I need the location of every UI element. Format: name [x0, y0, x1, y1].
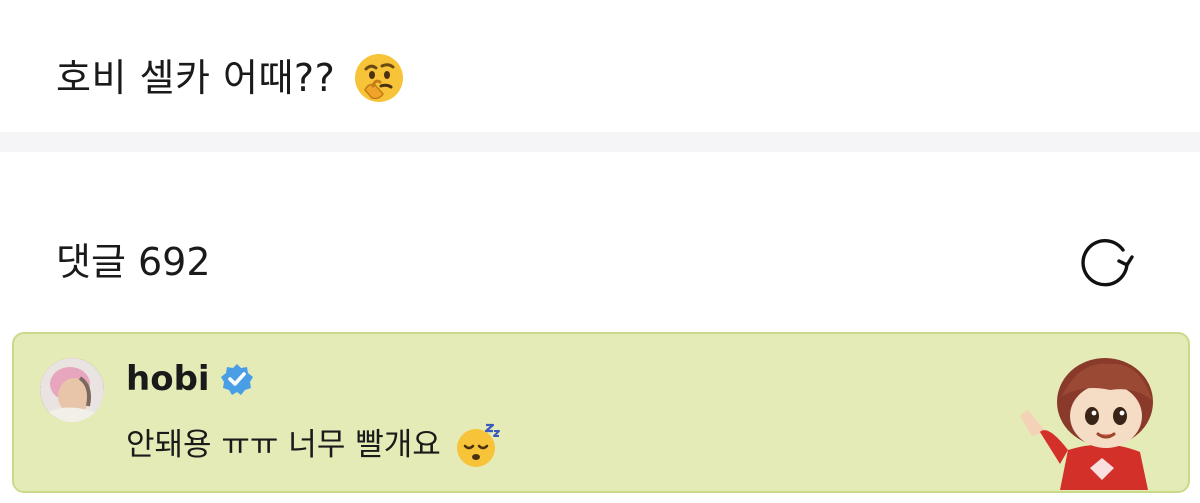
- comment-author[interactable]: hobi: [126, 356, 254, 402]
- verified-badge-icon: [220, 362, 254, 396]
- comment-card[interactable]: hobi 안돼용 ㅠㅠ 너무 빨개요: [12, 332, 1190, 493]
- comments-count-label: 댓글 692: [56, 240, 211, 284]
- comment-body: 안돼용 ㅠㅠ 너무 빨개요: [126, 420, 501, 470]
- chibi-character-sticker-icon: [1010, 340, 1180, 490]
- comment-text: 안돼용 ㅠㅠ 너무 빨개요: [126, 427, 441, 463]
- post-section: 호비 셀카 어때??: [0, 0, 1200, 132]
- username[interactable]: hobi: [126, 356, 210, 402]
- post-content: 호비 셀카 어때??: [56, 48, 405, 108]
- post-text: 호비 셀카 어때??: [56, 56, 336, 100]
- avatar[interactable]: [40, 358, 104, 422]
- section-divider: [0, 132, 1200, 152]
- comments-header: 댓글 692: [0, 152, 1200, 332]
- thinking-face-emoji-icon: [353, 52, 405, 104]
- sleeping-face-emoji-icon: [455, 422, 501, 468]
- refresh-icon[interactable]: [1078, 232, 1136, 290]
